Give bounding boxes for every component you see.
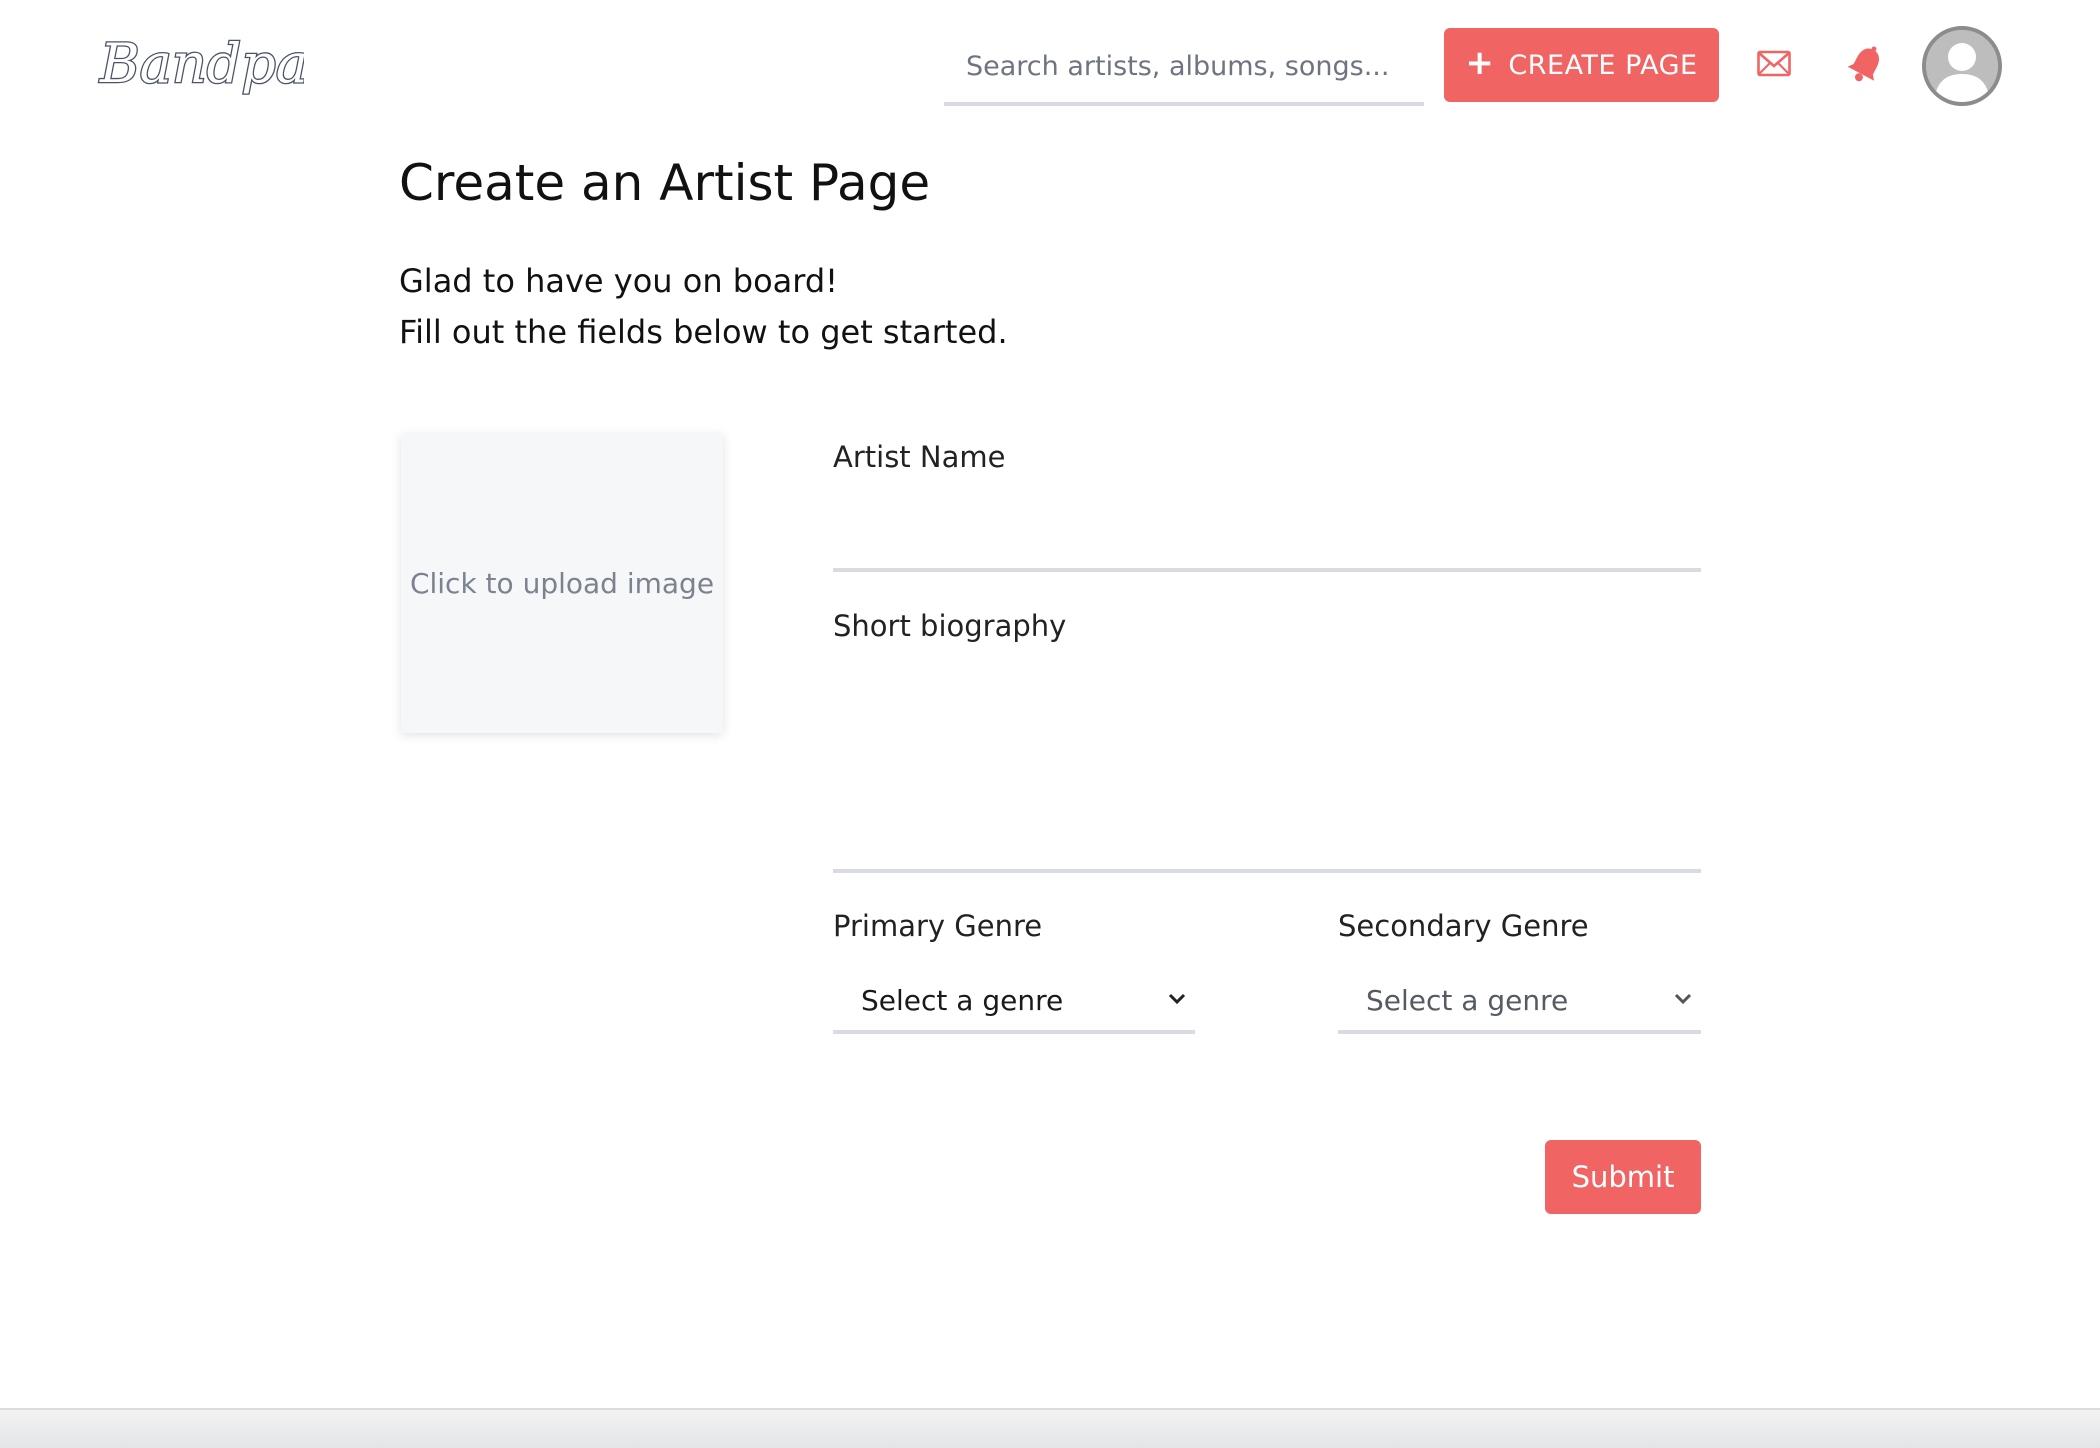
artist-name-input[interactable] bbox=[833, 490, 1701, 572]
avatar[interactable] bbox=[1922, 26, 2002, 106]
create-page-button[interactable]: + CREATE PAGE bbox=[1444, 28, 1719, 102]
biography-textarea[interactable] bbox=[833, 660, 1701, 873]
window-bottom-edge bbox=[0, 1408, 2100, 1448]
page-title: Create an Artist Page bbox=[399, 154, 931, 212]
bandpage-logo[interactable]: Bandpage bbox=[94, 22, 376, 108]
search-input[interactable] bbox=[944, 30, 1424, 102]
top-navbar: Bandpage + CREATE PAGE bbox=[0, 0, 2100, 130]
artist-name-label: Artist Name bbox=[833, 440, 1006, 474]
primary-genre-select[interactable]: Select a genre bbox=[833, 970, 1195, 1034]
secondary-genre-label: Secondary Genre bbox=[1338, 909, 1589, 943]
primary-genre-label: Primary Genre bbox=[833, 909, 1043, 943]
chevron-down-icon bbox=[1168, 993, 1186, 1005]
secondary-genre-value: Select a genre bbox=[1366, 983, 1569, 1017]
bell-icon[interactable] bbox=[1847, 44, 1884, 84]
upload-label: Click to upload image bbox=[409, 567, 715, 600]
intro-line-welcome: Glad to have you on board! bbox=[399, 262, 838, 300]
image-upload-area[interactable]: Click to upload image bbox=[401, 434, 723, 733]
primary-genre-value: Select a genre bbox=[861, 983, 1064, 1017]
mail-icon[interactable] bbox=[1757, 50, 1791, 78]
chevron-down-icon bbox=[1674, 993, 1692, 1005]
biography-label: Short biography bbox=[833, 609, 1067, 643]
secondary-genre-select[interactable]: Select a genre bbox=[1338, 970, 1701, 1034]
search-bar bbox=[944, 30, 1424, 106]
logo-text: Bandpage bbox=[99, 32, 304, 95]
create-page-label: CREATE PAGE bbox=[1508, 49, 1698, 81]
intro-text: Glad to have you on board! Fill out the … bbox=[399, 256, 1008, 358]
plus-icon: + bbox=[1465, 43, 1495, 83]
intro-line-instructions: Fill out the fields below to get started… bbox=[399, 313, 1008, 351]
submit-button[interactable]: Submit bbox=[1545, 1140, 1701, 1214]
